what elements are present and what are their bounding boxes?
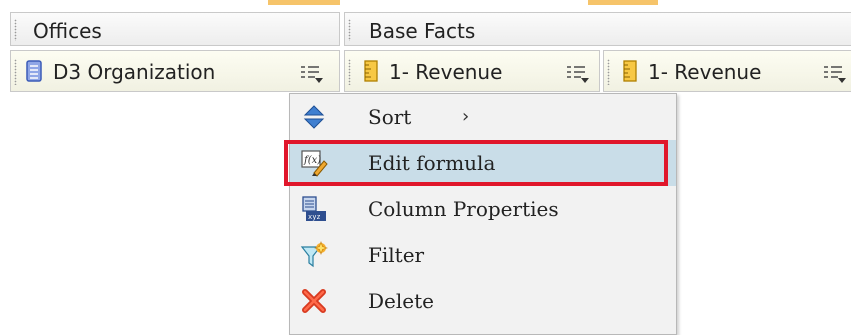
drag-handle-icon[interactable] (348, 19, 351, 41)
top-accent-tab (268, 0, 340, 5)
column-header-revenue[interactable]: 1- Revenue (344, 50, 600, 92)
column-header-revenue[interactable]: 1- Revenue (603, 50, 851, 92)
svg-text:xyz: xyz (308, 213, 321, 221)
group-header-label: Base Facts (369, 19, 476, 43)
column-header-label: D3 Organization (53, 60, 216, 84)
measure-icon (364, 60, 378, 82)
column-options-menu-icon[interactable] (565, 62, 591, 84)
drag-handle-icon[interactable] (607, 59, 610, 85)
drag-handle-icon[interactable] (14, 59, 17, 85)
menu-item-sort[interactable]: Sort › (290, 94, 676, 140)
column-context-menu: Sort › f(x) Edit formula xyz Column Prop… (289, 93, 677, 335)
menu-item-label: Filter (368, 243, 425, 267)
column-header-d3-organization[interactable]: D3 Organization (10, 50, 340, 92)
column-options-menu-icon[interactable] (299, 62, 325, 84)
group-header-base-facts[interactable]: Base Facts (344, 12, 851, 46)
menu-item-delete[interactable]: Delete (290, 278, 676, 324)
drag-handle-icon[interactable] (348, 59, 351, 85)
column-header-row: D3 Organization 1- Revenue 1- Revenue (0, 50, 851, 94)
delete-icon (302, 289, 326, 313)
dimension-table-icon (26, 60, 42, 82)
highlight-outline (284, 140, 668, 186)
menu-item-label: Column Properties (368, 197, 559, 221)
drag-handle-icon[interactable] (14, 19, 17, 41)
sort-updown-icon (303, 105, 325, 129)
column-header-label: 1- Revenue (389, 60, 503, 84)
measure-icon (623, 60, 637, 82)
column-options-menu-icon[interactable] (822, 62, 848, 84)
submenu-arrow-icon: › (462, 106, 470, 127)
column-header-label: 1- Revenue (648, 60, 762, 84)
menu-item-label: Delete (368, 289, 434, 313)
filter-icon (300, 241, 328, 268)
menu-item-column-properties[interactable]: xyz Column Properties (290, 186, 676, 232)
group-header-offices[interactable]: Offices (10, 12, 340, 46)
group-header-row: Offices Base Facts (0, 12, 851, 48)
menu-item-label: Sort (368, 105, 412, 129)
top-strip (0, 0, 851, 6)
top-accent-tab (588, 0, 658, 5)
column-properties-icon: xyz (302, 196, 326, 221)
menu-item-filter[interactable]: Filter (290, 232, 676, 278)
group-header-label: Offices (33, 19, 102, 43)
